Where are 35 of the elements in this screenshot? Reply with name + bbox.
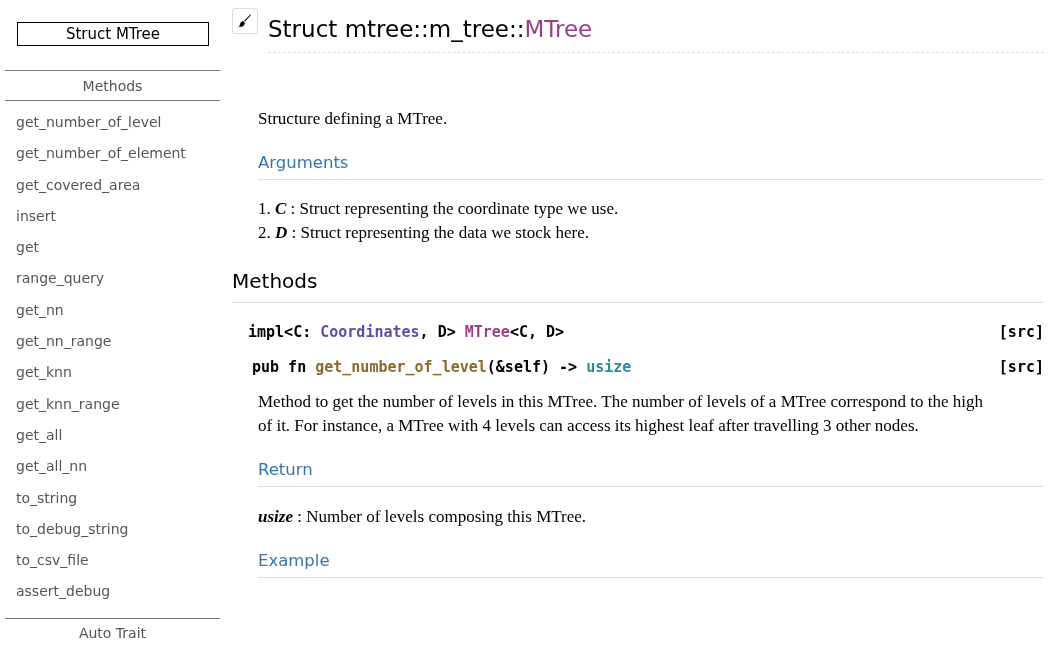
impl-signature: impl<C: Coordinates, D> MTree<C, D> [248,323,565,341]
sidebar-link[interactable]: assert_debug [5,576,220,608]
source-link[interactable]: [src] [998,323,1044,341]
sidebar-link[interactable]: to_debug_string [5,513,220,546]
sidebar-link[interactable]: to_csv_file [5,545,220,577]
sidebar-link[interactable]: get_covered_area [5,169,220,201]
argument-item: 1. C : Struct representing the coordinate type we use. [258,198,620,220]
page-title: Struct mtree::m_tree::MTree [268,16,1044,53]
paintbrush-icon [238,14,252,28]
section-heading: Methods [232,269,1044,303]
sidebar-section-heading[interactable]: Auto Trait [5,617,220,647]
sidebar-link[interactable]: range_query [5,263,220,295]
section-heading[interactable]: Arguments [258,153,1044,180]
argument-item: 2. D : Struct representing the data we stock here. [258,222,590,244]
sidebar-link[interactable]: get_knn [5,357,220,389]
section-heading[interactable]: Example [258,551,1044,578]
method-description: Method to get the number of levels in this MTree. The number of levels of a MTree correspond to the high of it. For instance, a MTree with 4 levels can access its highest leaf after travelling 3 other nodes. [258,391,985,437]
sidebar-title: Struct MTree [17,22,209,46]
sidebar-link[interactable]: get_nn [5,294,220,327]
sidebar-section-heading[interactable]: Methods [5,70,220,101]
sidebar-link[interactable]: insert [5,200,220,233]
method-signature: pub fn get_number_of_level(&self) -> usize [252,358,632,376]
sidebar-link[interactable]: get_number_of_level [5,107,220,139]
sidebar-link[interactable]: get_all [5,419,220,452]
section-heading[interactable]: Return [258,460,1044,487]
sidebar-link[interactable]: get_number_of_element [5,138,220,170]
theme-button[interactable] [232,8,258,34]
source-link[interactable]: [src] [998,358,1044,376]
sidebar-link[interactable]: get_all_nn [5,451,220,483]
sidebar-link[interactable]: to_string [5,482,220,514]
sidebar-link[interactable]: get [5,232,220,264]
sidebar-link[interactable]: get_knn_range [5,388,220,420]
return-description: usize : Number of levels composing this MTree. [258,506,588,528]
description-text: Structure defining a MTree. [258,108,449,130]
sidebar-link[interactable]: get_nn_range [5,326,220,358]
